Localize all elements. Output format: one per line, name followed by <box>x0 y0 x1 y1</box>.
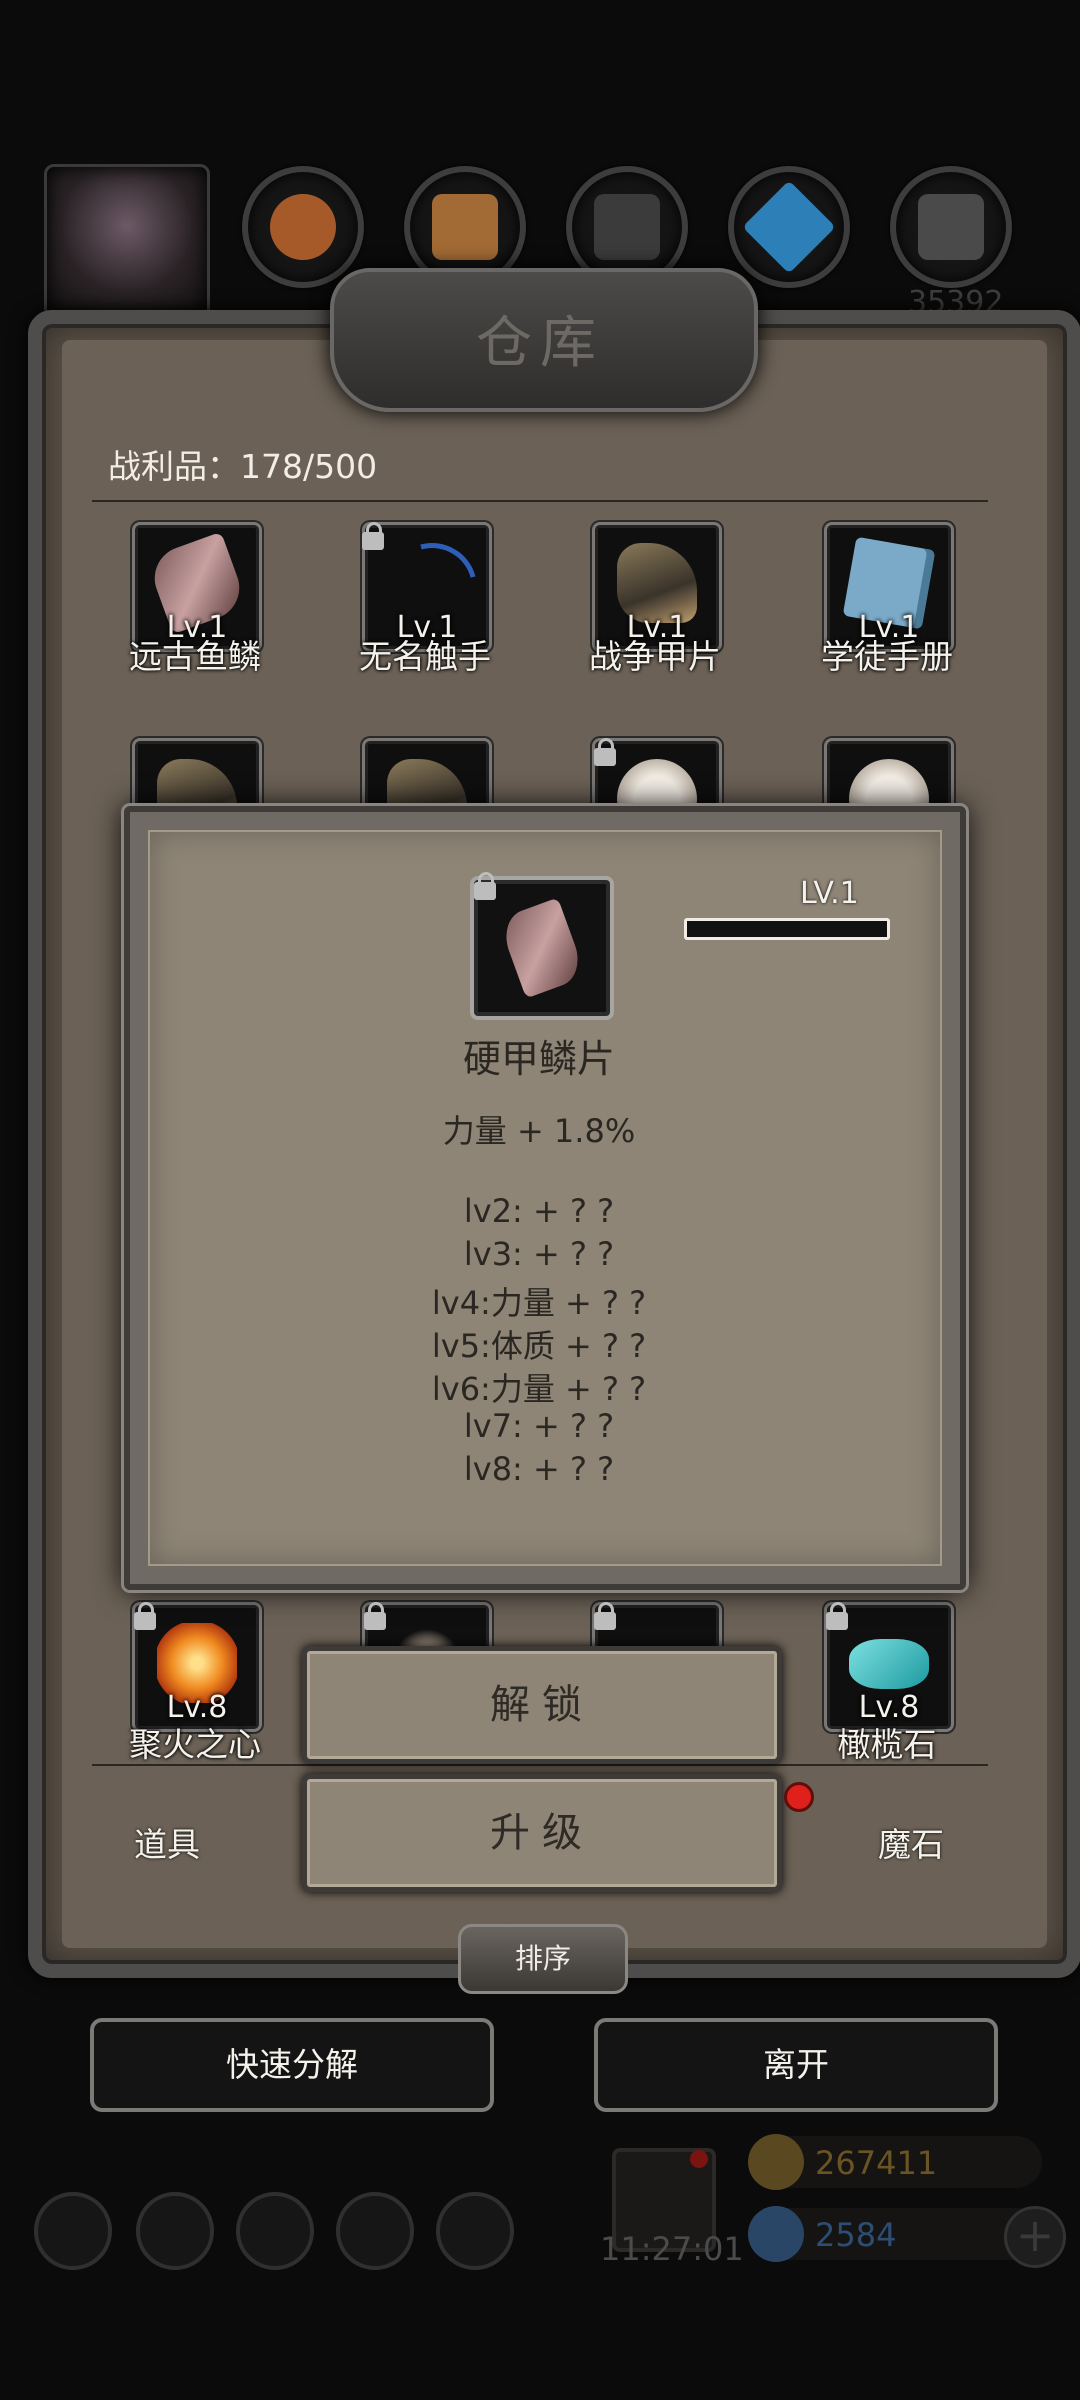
item-name: 战争甲片 <box>589 637 721 676</box>
steel-icon <box>918 194 984 260</box>
divider <box>92 500 988 502</box>
lock-icon <box>474 872 496 900</box>
tab-magic-stones[interactable]: 魔石 <box>878 1818 944 1866</box>
item-name: 橄榄石 <box>837 1725 937 1764</box>
add-gems-button[interactable]: + <box>1004 2206 1066 2268</box>
leather-icon <box>270 194 336 260</box>
gem-icon <box>748 2206 804 2262</box>
olivine-icon <box>849 1639 929 1689</box>
tab-items[interactable]: 道具 <box>134 1818 200 1866</box>
level-bonus-line: lv7: + ? ? <box>463 1407 615 1445</box>
achievement-icon[interactable] <box>136 2192 214 2270</box>
level-bonus-line: lv2: + ? ? <box>463 1192 615 1230</box>
gift-timer: 11:27:01 <box>600 2230 744 2268</box>
loot-count: 战利品：178/500 <box>108 447 378 486</box>
item-name: 学徒手册 <box>821 637 953 676</box>
xp-bar <box>684 918 890 940</box>
lock-icon <box>594 738 616 766</box>
equipment-icon[interactable] <box>436 2192 514 2270</box>
divider <box>92 1764 988 1766</box>
lock-icon <box>362 522 384 550</box>
popup-bonus: 力量 + 1.8% <box>442 1112 636 1150</box>
lock-icon <box>826 1602 848 1630</box>
lock-icon <box>594 1602 616 1630</box>
wood-icon <box>432 194 498 260</box>
lock-icon <box>134 1602 156 1630</box>
item-name: 远古鱼鳞 <box>129 637 261 676</box>
level-bonus-line: lv3: + ? ? <box>463 1235 615 1273</box>
item-name: 聚火之心 <box>129 1725 261 1764</box>
hero-avatar[interactable] <box>44 164 210 318</box>
quick-decompose-button[interactable]: 快速分解 <box>90 2018 494 2112</box>
warehouse-title: 仓库 <box>476 311 604 376</box>
leather-resource[interactable] <box>242 166 364 288</box>
level-bonus-line: lv4:力量 + ? ? <box>431 1284 647 1322</box>
scale-icon <box>497 897 587 999</box>
steel-resource[interactable] <box>890 166 1012 288</box>
leave-button[interactable]: 离开 <box>594 2018 998 2112</box>
sort-button[interactable]: 排序 <box>458 1924 628 1994</box>
unlock-button[interactable]: 解锁 <box>302 1646 782 1764</box>
level-bonus-line: lv8: + ? ? <box>463 1450 615 1488</box>
popup-level-label: LV.1 <box>800 876 859 911</box>
gold-amount: 267411 <box>815 2144 938 2182</box>
item-name: 无名触手 <box>359 637 491 676</box>
skill-icon[interactable] <box>236 2192 314 2270</box>
settings-icon[interactable] <box>34 2192 112 2270</box>
notification-dot <box>784 1782 814 1812</box>
popup-item-name: 硬甲鳞片 <box>462 1037 615 1081</box>
mail-icon[interactable] <box>336 2192 414 2270</box>
gold-icon <box>748 2134 804 2190</box>
upgrade-button[interactable]: 升级 <box>302 1774 782 1892</box>
iron-icon <box>594 194 660 260</box>
gem-amount: 2584 <box>815 2216 897 2254</box>
crystal-resource[interactable] <box>728 166 850 288</box>
level-bonus-line: lv6:力量 + ? ? <box>431 1370 647 1408</box>
crystal-icon <box>742 180 836 274</box>
level-bonus-line: lv5:体质 + ? ? <box>431 1327 647 1365</box>
lock-icon <box>364 1602 386 1630</box>
notification-dot <box>690 2150 708 2168</box>
